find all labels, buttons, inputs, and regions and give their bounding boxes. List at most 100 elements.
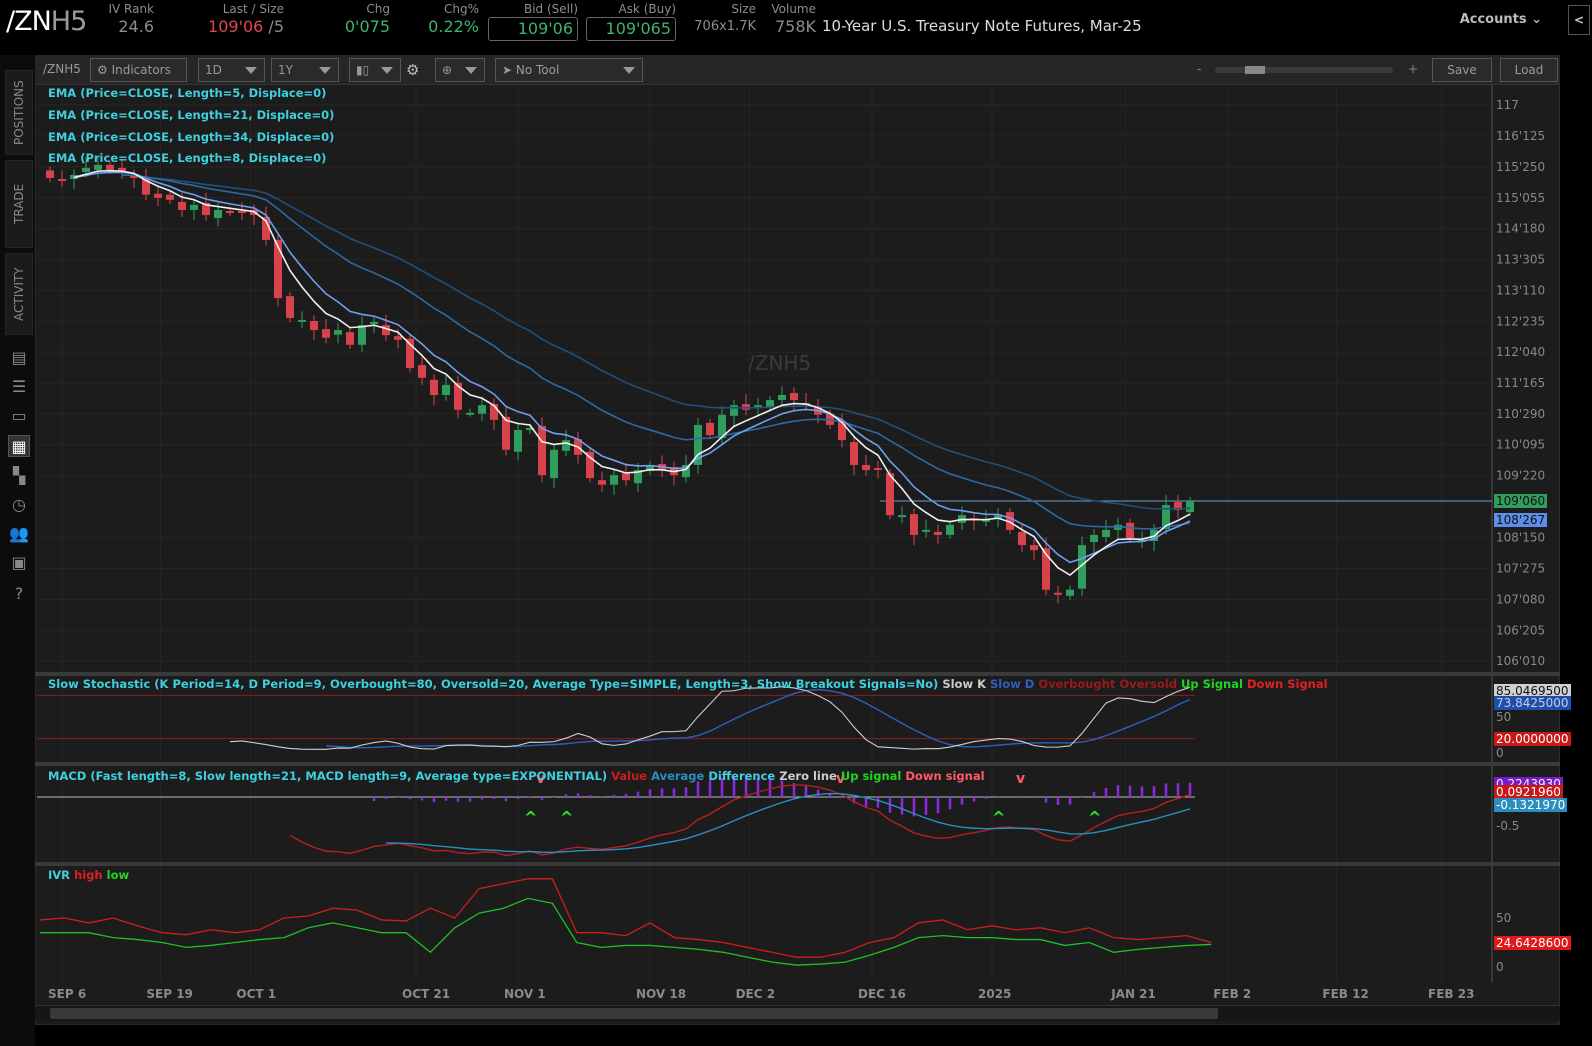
ivr-low-line: [40, 897, 1212, 966]
price-tick-label: 109'220: [1496, 469, 1545, 483]
ema5-label[interactable]: EMA (Price=CLOSE, Length=5, Displace=0): [48, 86, 326, 100]
candle-up: [442, 384, 450, 396]
candle-up: [370, 321, 378, 324]
price-tick-label: 107'275: [1496, 561, 1545, 575]
legend-down-signal: Down signal: [905, 769, 985, 783]
candle-down: [1018, 531, 1026, 546]
candle-up: [82, 167, 90, 172]
candle-down: [790, 392, 798, 401]
price-tick-label: 115'055: [1496, 191, 1545, 205]
candle-up: [190, 204, 198, 210]
up-signal-arrow: ^: [1088, 808, 1101, 827]
price-tick-label: 117: [1496, 98, 1519, 112]
candle-down: [874, 468, 882, 471]
candle-down: [1030, 545, 1038, 551]
candle-up: [334, 330, 342, 335]
candle-down: [1054, 592, 1062, 595]
date-tick-label: SEP 19: [146, 987, 193, 1001]
legend-average: Average: [651, 769, 705, 783]
slow-d-tag: 73.8425000: [1494, 696, 1571, 710]
price-tick-label: 113'305: [1496, 253, 1545, 267]
date-tick-label: NOV 1: [504, 987, 546, 1001]
legend-slow-d: Slow D: [990, 677, 1035, 691]
candle-down: [850, 442, 858, 465]
down-signal-arrow: v: [1016, 771, 1025, 787]
date-tick-label: SEP 6: [48, 987, 86, 1001]
legend-value: Value: [611, 769, 648, 783]
candle-down: [934, 531, 942, 535]
candle-down: [622, 473, 630, 481]
date-tick-label: FEB 12: [1322, 987, 1368, 1001]
up-signal-arrow: ^: [524, 808, 537, 827]
legend-zero-line: Zero line: [779, 769, 837, 783]
price-tick-label: 116'125: [1496, 129, 1545, 143]
date-tick-label: OCT 1: [236, 987, 276, 1001]
candle-up: [1090, 534, 1098, 543]
candle-down: [322, 329, 330, 338]
candle-up: [1066, 589, 1074, 596]
candle-down: [286, 296, 294, 318]
macd-legend[interactable]: MACD (Fast length=8, Slow length=21, MAC…: [48, 769, 985, 783]
macd-title: MACD (Fast length=8, Slow length=21, MAC…: [48, 769, 608, 783]
candle-up: [214, 209, 222, 219]
up-signal-arrow: ^: [560, 808, 573, 827]
slow-k-line: [229, 686, 1191, 750]
date-tick-label: DEC 2: [736, 987, 776, 1001]
last-price-tag: 109'060: [1494, 494, 1548, 508]
candle-down: [598, 480, 606, 485]
candle-up: [922, 529, 930, 532]
price-tick-label: 108'150: [1496, 530, 1545, 544]
ema21-label[interactable]: EMA (Price=CLOSE, Length=21, Displace=0): [48, 108, 334, 122]
price-tick-label: 107'080: [1496, 592, 1545, 606]
candle-up: [898, 515, 906, 518]
legend-slow-k: Slow K: [942, 677, 986, 691]
candle-down: [430, 379, 438, 396]
ivr-legend[interactable]: IVR high low: [48, 868, 129, 882]
stochastic-legend[interactable]: Slow Stochastic (K Period=14, D Period=9…: [48, 677, 1328, 691]
panel-divider[interactable]: [35, 762, 1560, 766]
candle-down: [394, 336, 402, 340]
candle-down: [418, 365, 426, 378]
ema8-label[interactable]: EMA (Price=CLOSE, Length=8, Displace=0): [48, 151, 326, 165]
scrollbar-thumb[interactable]: [50, 1008, 1218, 1019]
candle-down: [106, 164, 114, 170]
ema34-label[interactable]: EMA (Price=CLOSE, Length=34, Displace=0): [48, 130, 334, 144]
legend-oversold: Oversold: [1119, 677, 1178, 691]
price-tick-label: 113'110: [1496, 284, 1545, 298]
price-tick-label: 106'205: [1496, 623, 1545, 637]
panel-divider[interactable]: [35, 862, 1560, 866]
candle-down: [706, 422, 714, 436]
date-tick-label: DEC 16: [858, 987, 906, 1001]
candle-down: [58, 179, 66, 182]
candle-up: [298, 319, 306, 322]
stoch-tick: 50: [1496, 710, 1512, 724]
panel-divider[interactable]: [35, 672, 1560, 676]
candle-down: [46, 170, 54, 179]
candle-down: [310, 320, 318, 331]
date-tick-label: JAN 21: [1110, 987, 1156, 1001]
candle-down: [862, 464, 870, 471]
date-tick-label: FEB 2: [1213, 987, 1251, 1001]
candle-down: [274, 239, 282, 299]
candle-down: [742, 404, 750, 410]
candle-down: [226, 210, 234, 213]
ema5-line: [73, 169, 1191, 577]
date-tick-label: 2025: [978, 987, 1011, 1001]
stochastic-title: Slow Stochastic (K Period=14, D Period=9…: [48, 677, 939, 691]
ivr-tick: 50: [1496, 911, 1512, 925]
ema34-line: [145, 176, 1191, 510]
legend-up-signal: Up signal: [840, 769, 902, 783]
candle-up: [562, 440, 570, 451]
candle-up: [610, 475, 618, 485]
price-tick-label: 112'235: [1496, 314, 1545, 328]
candle-up: [946, 524, 954, 535]
candle-up: [94, 164, 102, 170]
candle-down: [238, 210, 246, 213]
ema8-line: [73, 171, 1191, 564]
stoch-tick: 0: [1496, 746, 1504, 760]
legend-high: high: [74, 868, 103, 882]
legend-down-signal: Down Signal: [1246, 677, 1328, 691]
date-tick-label: OCT 21: [402, 987, 450, 1001]
price-tick-label: 115'250: [1496, 160, 1545, 174]
candle-up: [514, 429, 522, 452]
